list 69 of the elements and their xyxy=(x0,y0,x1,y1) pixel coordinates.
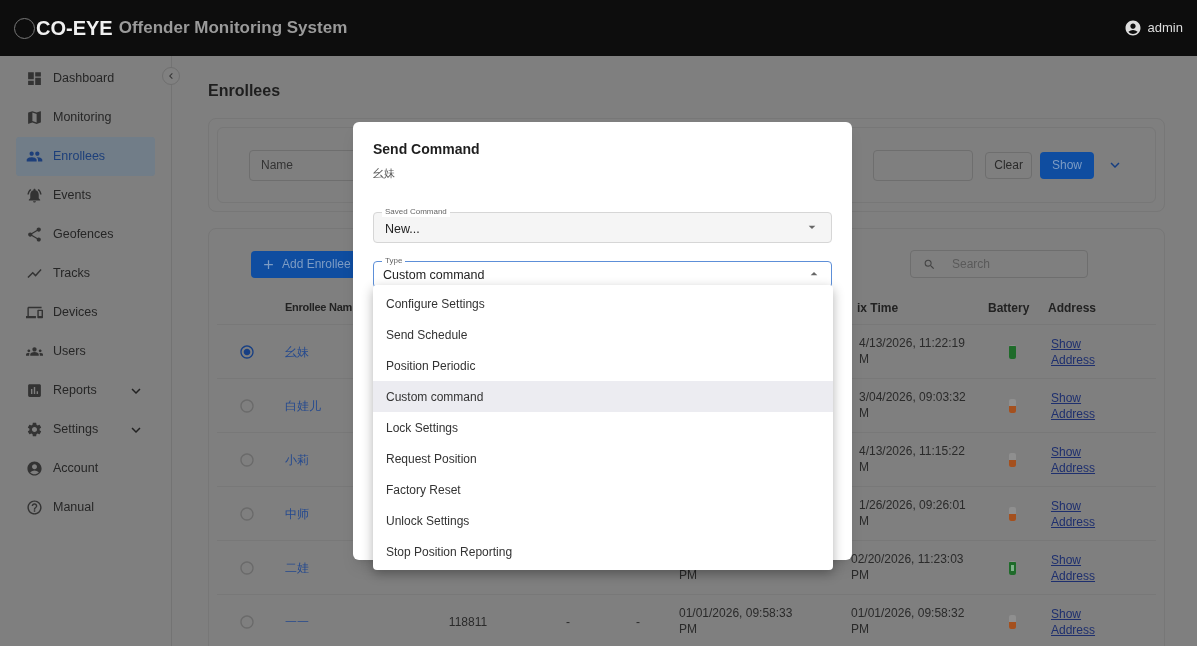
enrollee-name-link[interactable]: 中师 xyxy=(285,506,309,521)
table-cell: 118811 xyxy=(448,614,488,629)
menu-option[interactable]: Configure Settings xyxy=(373,288,833,319)
column-header: Battery xyxy=(988,299,1031,317)
collapse-button[interactable] xyxy=(162,67,180,85)
menu-option[interactable]: Send Schedule xyxy=(373,319,833,350)
show-address-link[interactable]: Show Address xyxy=(1051,443,1099,476)
show-button[interactable]: Show xyxy=(1039,151,1094,179)
fix-time-cell-text: 1/26/2026, 09:26:01 M xyxy=(858,497,967,529)
sidebar-item[interactable]: Geofences xyxy=(16,215,155,254)
help-icon xyxy=(26,499,43,516)
fix-time-cell-text: 4/13/2026, 11:22:19 M xyxy=(858,335,966,367)
table-cell-text: PM xyxy=(679,567,698,583)
sidebar-item[interactable]: Reports xyxy=(16,371,155,410)
table-cell-text: 01/01/2026, 09:58:33 PM xyxy=(679,605,794,637)
enrollee-name-link[interactable]: 二娃 xyxy=(285,560,309,575)
account-icon xyxy=(26,460,43,477)
sidebar-item[interactable]: Tracks xyxy=(16,254,155,293)
sidebar-item[interactable]: Settings xyxy=(16,410,155,449)
table-cell: - xyxy=(566,614,570,629)
menu-option[interactable]: Unlock Settings xyxy=(373,505,833,536)
dashboard-icon xyxy=(26,70,43,87)
radio-button[interactable] xyxy=(239,343,255,360)
menu-option[interactable]: Stop Position Reporting xyxy=(373,536,833,567)
enrollee-name-link[interactable]: 小莉 xyxy=(285,452,309,467)
sidebar-item[interactable]: Enrollees xyxy=(16,137,155,176)
menu-option[interactable]: Factory Reset xyxy=(373,474,833,505)
column-header: Enrollee Nam xyxy=(285,300,352,316)
enrollee-name-link[interactable]: 幺妹 xyxy=(285,344,309,359)
enrollee-name-link[interactable]: 一一 xyxy=(285,614,309,629)
sidebar-item[interactable]: Monitoring xyxy=(16,98,155,137)
menu-option[interactable]: Custom command xyxy=(373,381,833,412)
fix-time-cell-text: 02/20/2026, 11:23:03 PM xyxy=(851,551,965,583)
nodes-icon xyxy=(26,226,43,243)
dialog-title: Send Command xyxy=(373,140,481,159)
menu-option[interactable]: Lock Settings xyxy=(373,412,833,443)
app-title: Offender Monitoring System xyxy=(118,17,348,40)
column-header: Address xyxy=(1048,299,1098,317)
sidebar-item[interactable]: Events xyxy=(16,176,155,215)
clear-button[interactable]: Clear xyxy=(985,151,1032,179)
dialog-subtitle: 幺妹 xyxy=(373,166,396,181)
show-address-link[interactable]: Show Address xyxy=(1051,497,1099,530)
page-title: Enrollees xyxy=(208,81,282,99)
fix-time-cell-text: 01/01/2026, 09:58:32 PM xyxy=(851,605,966,637)
column-header: ix Time xyxy=(857,300,899,315)
devices-icon xyxy=(26,304,43,321)
menu-option[interactable]: Position Periodic xyxy=(373,350,833,381)
search-icon xyxy=(923,257,936,271)
map-icon xyxy=(26,109,43,126)
fix-time-cell-text: 4/13/2026, 11:15:22 M xyxy=(858,443,966,475)
enrollee-name-link[interactable]: 白娃儿 xyxy=(285,398,321,413)
sidebar-item[interactable]: Manual xyxy=(16,488,155,527)
bell-icon xyxy=(26,187,43,204)
show-address-link[interactable]: Show Address xyxy=(1051,605,1099,638)
table-cell: - xyxy=(636,614,640,629)
user-name[interactable]: admin xyxy=(1147,18,1183,38)
settings-icon xyxy=(26,421,43,438)
show-address-link[interactable]: Show Address xyxy=(1051,335,1099,368)
menu-option[interactable]: Request Position xyxy=(373,443,833,474)
sidebar-item[interactable]: Devices xyxy=(16,293,155,332)
sidebar-item[interactable]: Users xyxy=(16,332,155,371)
sidebar-item[interactable]: Account xyxy=(16,449,155,488)
show-address-link[interactable]: Show Address xyxy=(1051,551,1099,584)
bar-chart-icon xyxy=(26,382,43,399)
sidebar-item[interactable]: Dashboard xyxy=(16,59,155,98)
fix-time-cell-text: 3/04/2026, 09:03:32 M xyxy=(858,389,967,421)
account-icon[interactable] xyxy=(1123,19,1142,37)
show-address-link[interactable]: Show Address xyxy=(1051,389,1099,422)
logo-text: CO-EYE xyxy=(36,16,113,41)
